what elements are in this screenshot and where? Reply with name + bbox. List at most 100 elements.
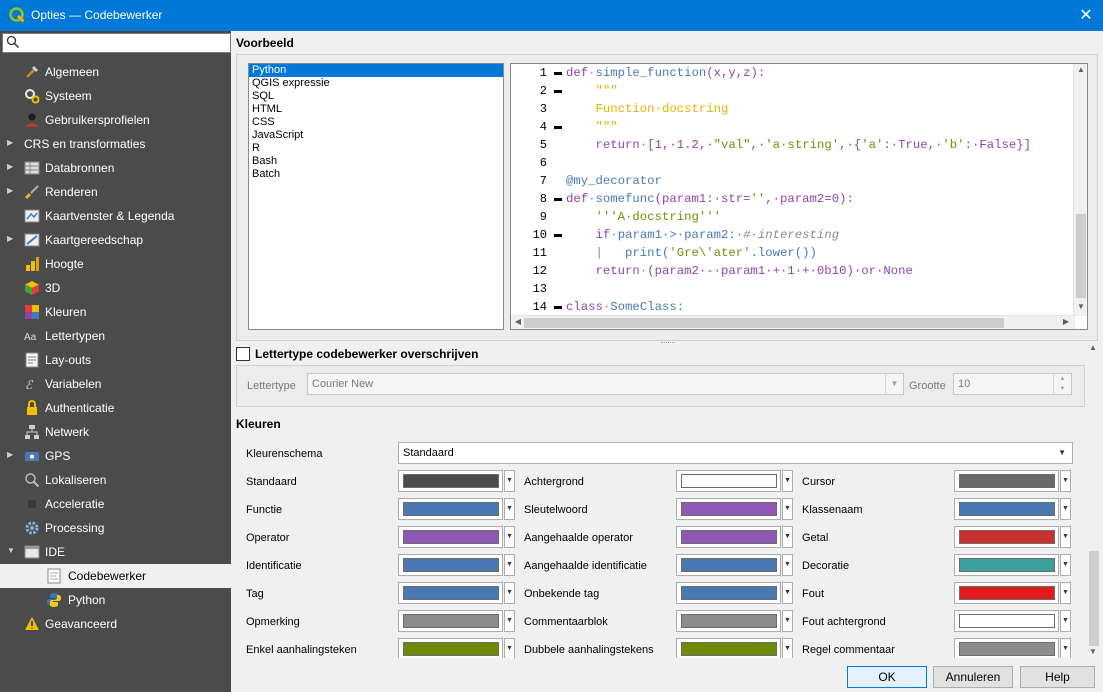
sidebar-item-geavanceerd[interactable]: Geavanceerd bbox=[0, 612, 231, 636]
color-button[interactable] bbox=[398, 554, 503, 576]
sidebar-item-kaartvenster-legenda[interactable]: Kaartvenster & Legenda bbox=[0, 204, 231, 228]
fold-marker-icon[interactable] bbox=[554, 234, 562, 237]
language-item[interactable]: R bbox=[249, 142, 503, 155]
color-menu-button[interactable]: ▼ bbox=[504, 526, 515, 548]
sidebar-item-ide[interactable]: ▼ IDE bbox=[0, 540, 231, 564]
sidebar-item-databronnen[interactable]: ▶ Databronnen bbox=[0, 156, 231, 180]
color-button[interactable] bbox=[954, 526, 1059, 548]
fold-marker-icon[interactable] bbox=[554, 306, 562, 309]
language-item[interactable]: JavaScript bbox=[249, 129, 503, 142]
chevron-right-icon[interactable]: ▶ bbox=[7, 161, 15, 173]
scroll-down-icon[interactable]: ▼ bbox=[1074, 302, 1087, 311]
chevron-right-icon[interactable]: ▶ bbox=[7, 233, 15, 245]
sidebar-item-python[interactable]: Python bbox=[0, 588, 231, 612]
color-menu-button[interactable]: ▼ bbox=[782, 554, 793, 576]
sidebar-item-3d[interactable]: 3D bbox=[0, 276, 231, 300]
language-item[interactable]: SQL bbox=[249, 90, 503, 103]
sidebar-item-lettertypen[interactable]: Aa Lettertypen bbox=[0, 324, 231, 348]
color-menu-button[interactable]: ▼ bbox=[1060, 498, 1071, 520]
color-button[interactable] bbox=[398, 526, 503, 548]
sidebar-item-gebruikersprofielen[interactable]: Gebruikersprofielen bbox=[0, 108, 231, 132]
code-preview[interactable]: 1 2 3 4 5 6 7 8 9 10 11 12 13 14 def·simple_function(… bbox=[510, 63, 1088, 330]
chevron-right-icon[interactable]: ▶ bbox=[7, 137, 15, 149]
sidebar-item-authenticatie[interactable]: Authenticatie bbox=[0, 396, 231, 420]
chevron-right-icon[interactable]: ▶ bbox=[7, 449, 15, 461]
color-menu-button[interactable]: ▼ bbox=[504, 470, 515, 492]
color-button[interactable] bbox=[676, 582, 781, 604]
scroll-up-icon[interactable]: ▲ bbox=[1074, 65, 1087, 74]
color-button[interactable] bbox=[954, 582, 1059, 604]
sidebar-item-kleuren[interactable]: Kleuren bbox=[0, 300, 231, 324]
color-button[interactable] bbox=[954, 470, 1059, 492]
sidebar-item-crs-en-transformaties[interactable]: ▶ CRS en transformaties bbox=[0, 132, 231, 156]
color-menu-button[interactable]: ▼ bbox=[504, 610, 515, 632]
color-button[interactable] bbox=[954, 638, 1059, 658]
color-menu-button[interactable]: ▼ bbox=[782, 582, 793, 604]
close-window-button[interactable]: ✕ bbox=[1069, 0, 1103, 31]
color-button[interactable] bbox=[398, 638, 503, 658]
fold-marker-icon[interactable] bbox=[554, 198, 562, 201]
scrollbar-thumb[interactable] bbox=[1089, 551, 1099, 646]
color-menu-button[interactable]: ▼ bbox=[1060, 470, 1071, 492]
sidebar-item-systeem[interactable]: Systeem bbox=[0, 84, 231, 108]
sidebar-item-kaartgereedschap[interactable]: ▶ Kaartgereedschap bbox=[0, 228, 231, 252]
color-button[interactable] bbox=[676, 498, 781, 520]
code-horizontal-scrollbar[interactable]: ◀ ▶ bbox=[511, 315, 1075, 329]
color-menu-button[interactable]: ▼ bbox=[1060, 526, 1071, 548]
splitter-handle[interactable] bbox=[661, 342, 675, 344]
scroll-left-icon[interactable]: ◀ bbox=[511, 317, 525, 326]
spin-arrows-icon[interactable]: ▲ ▼ bbox=[1053, 374, 1071, 394]
color-button[interactable] bbox=[676, 638, 781, 658]
sidebar-item-processing[interactable]: Processing bbox=[0, 516, 231, 540]
help-button[interactable]: Help bbox=[1020, 666, 1095, 688]
chevron-down-icon[interactable]: ▼ bbox=[7, 545, 15, 557]
sidebar-item-codebewerker[interactable]: Codebewerker bbox=[0, 564, 231, 588]
sidebar-item-hoogte[interactable]: Hoogte bbox=[0, 252, 231, 276]
color-button[interactable] bbox=[676, 554, 781, 576]
color-menu-button[interactable]: ▼ bbox=[1060, 610, 1071, 632]
language-item[interactable]: CSS bbox=[249, 116, 503, 129]
fold-marker-icon[interactable] bbox=[554, 126, 562, 129]
color-menu-button[interactable]: ▼ bbox=[504, 554, 515, 576]
color-button[interactable] bbox=[954, 554, 1059, 576]
search-field[interactable] bbox=[2, 33, 231, 53]
options-vertical-scrollbar[interactable]: ▲ ▼ bbox=[1086, 341, 1101, 662]
sidebar-item-acceleratie[interactable]: Acceleratie bbox=[0, 492, 231, 516]
color-menu-button[interactable]: ▼ bbox=[782, 610, 793, 632]
sidebar-item-lay-outs[interactable]: Lay-outs bbox=[0, 348, 231, 372]
sidebar-item-variabelen[interactable]: ℰ Variabelen bbox=[0, 372, 231, 396]
scroll-down-icon[interactable]: ▼ bbox=[1086, 647, 1100, 656]
language-item[interactable]: Python bbox=[249, 64, 503, 77]
sidebar-item-lokaliseren[interactable]: Lokaliseren bbox=[0, 468, 231, 492]
color-button[interactable] bbox=[398, 610, 503, 632]
sidebar-item-algemeen[interactable]: Algemeen bbox=[0, 60, 231, 84]
size-spinbox[interactable]: 10 ▲ ▼ bbox=[953, 373, 1072, 395]
chevron-right-icon[interactable]: ▶ bbox=[7, 185, 15, 197]
color-menu-button[interactable]: ▼ bbox=[782, 498, 793, 520]
color-menu-button[interactable]: ▼ bbox=[1060, 582, 1071, 604]
color-button[interactable] bbox=[398, 470, 503, 492]
color-menu-button[interactable]: ▼ bbox=[504, 498, 515, 520]
scheme-select[interactable]: Standaard ▼ bbox=[398, 442, 1073, 464]
language-item[interactable]: Bash bbox=[249, 155, 503, 168]
sidebar-item-gps[interactable]: ▶ GPS bbox=[0, 444, 231, 468]
color-menu-button[interactable]: ▼ bbox=[782, 470, 793, 492]
language-item[interactable]: QGIS expressie bbox=[249, 77, 503, 90]
color-button[interactable] bbox=[676, 526, 781, 548]
search-input[interactable] bbox=[23, 35, 223, 51]
color-button[interactable] bbox=[954, 498, 1059, 520]
color-button[interactable] bbox=[398, 498, 503, 520]
code-vertical-scrollbar[interactable]: ▲ ▼ bbox=[1073, 64, 1087, 316]
font-override-label[interactable]: Lettertype codebewerker overschrijven bbox=[255, 347, 478, 361]
color-menu-button[interactable]: ▼ bbox=[782, 638, 793, 658]
scroll-up-icon[interactable]: ▲ bbox=[1086, 343, 1100, 352]
color-button[interactable] bbox=[954, 610, 1059, 632]
fold-marker-icon[interactable] bbox=[554, 72, 562, 75]
ok-button[interactable]: OK bbox=[847, 666, 927, 688]
scroll-right-icon[interactable]: ▶ bbox=[1059, 317, 1073, 326]
scrollbar-thumb[interactable] bbox=[524, 318, 1004, 328]
language-item[interactable]: Batch bbox=[249, 168, 503, 181]
color-button[interactable] bbox=[398, 582, 503, 604]
color-button[interactable] bbox=[676, 610, 781, 632]
color-menu-button[interactable]: ▼ bbox=[504, 638, 515, 658]
